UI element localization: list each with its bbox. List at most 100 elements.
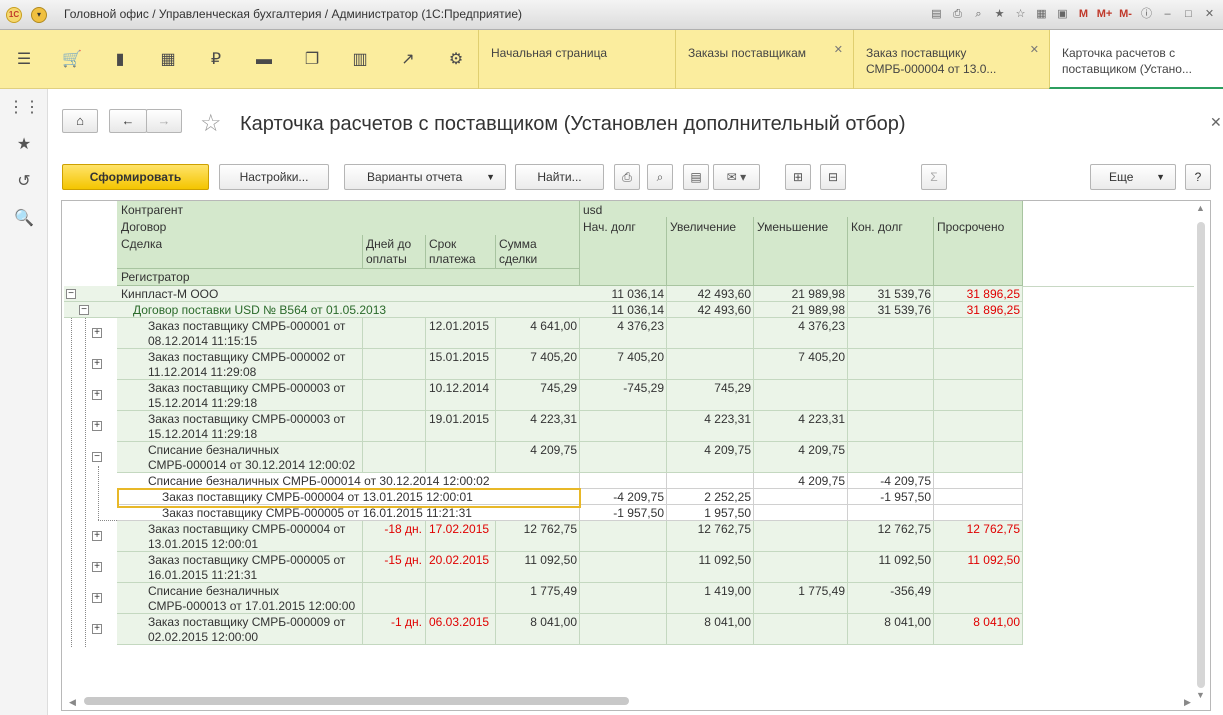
tab-close-icon[interactable]: ✕ [1030,42,1039,58]
scroll-down-icon[interactable]: ▼ [1196,690,1205,700]
horizontal-scrollbar[interactable] [84,697,629,705]
due-date: 20.02.2015 [429,553,490,567]
cart-icon[interactable]: 🛒 [48,30,96,89]
amount-cell [934,442,1023,473]
tab-settlement-card[interactable]: Карточка расчетов с поставщиком (Устано.… [1049,30,1223,89]
expand-toggle-icon[interactable]: + [92,421,102,431]
forward-button[interactable]: → [146,109,182,133]
amount-cell [667,349,754,380]
amount-start: 11 036,14 [611,303,665,317]
deal-line2: 15.12.2014 11:29:18 [148,427,258,441]
apps-icon[interactable]: ⋮⋮ [0,89,48,126]
back-button[interactable]: ← [109,109,147,133]
collapse-toggle-icon[interactable]: − [79,305,89,315]
header-currency: usd [583,203,603,217]
truck-icon[interactable]: ▬ [240,30,288,89]
collapse-toggle-icon[interactable]: − [92,452,102,462]
favorites-icon[interactable]: ★ [0,126,48,163]
collapse-all-button[interactable]: ⊟ [820,164,846,190]
expand-toggle-icon[interactable]: + [92,359,102,369]
tab-label: Начальная страница [491,46,608,60]
expand-toggle-icon[interactable]: + [92,390,102,400]
minimize-icon[interactable]: – [1158,5,1177,24]
documents-icon[interactable]: ❐ [288,30,336,89]
send-email-button[interactable]: ✉ ▾ [713,164,760,190]
memory-mplus-button[interactable]: M+ [1095,5,1114,24]
tab-label: Карточка расчетов с поставщиком (Устано.… [1062,46,1192,76]
tab-home[interactable]: Начальная страница [478,30,675,89]
amount-cell [754,505,848,521]
home-button[interactable]: ⌂ [62,109,98,133]
search-icon[interactable]: 🔍 [0,200,48,237]
chart-icon[interactable]: ▥ [336,30,384,89]
amount-cell [848,380,934,411]
main-menu-icon[interactable]: ▾ [31,7,47,23]
scroll-right-icon[interactable]: ▶ [1184,697,1191,708]
expand-toggle-icon[interactable]: + [92,593,102,603]
amount-cell [848,505,934,521]
print-button[interactable]: ⎙ [614,164,640,190]
save-icon[interactable]: ▤ [927,5,946,24]
find-button[interactable]: Найти... [515,164,604,190]
save-button[interactable]: ▤ [683,164,709,190]
scroll-up-icon[interactable]: ▲ [1196,203,1205,213]
calendar-icon[interactable]: ▦ [1032,5,1051,24]
amount-dec: 1 775,49 [798,584,845,598]
expand-toggle-icon[interactable]: + [92,562,102,572]
deal-line2: 08.12.2014 11:15:15 [148,334,258,348]
bag-icon[interactable]: ▮ [96,30,144,89]
star-icon[interactable]: ☆ [1011,5,1030,24]
sigma-icon: Σ [930,170,938,184]
due-date: 10.12.2014 [429,381,490,395]
amount-end: 31 539,76 [877,287,931,301]
more-button[interactable]: Еще ▼ [1090,164,1176,190]
tab-close-icon[interactable]: ✕ [834,42,843,58]
expand-toggle-icon[interactable]: + [92,328,102,338]
deal-sum: 745,29 [540,381,577,395]
sum-button[interactable]: Σ [921,164,947,190]
amount-dec: 21 989,98 [791,287,845,301]
deal-line1: Заказ поставщику СМРБ-000003 от [148,412,346,426]
preview-icon[interactable]: ⌕ [969,5,988,24]
amount-cell [934,505,1023,521]
expand-toggle-icon[interactable]: + [92,531,102,541]
preview-button[interactable]: ⌕ [647,164,673,190]
maximize-icon[interactable]: □ [1179,5,1198,24]
settings-button[interactable]: Настройки... [219,164,329,190]
ruble-icon[interactable]: ₽ [192,30,240,89]
expand-toggle-icon[interactable]: + [92,624,102,634]
deal-line1: Списание безналичных [148,584,280,598]
gear-icon[interactable]: ⚙ [432,30,480,89]
calendar-31-icon[interactable]: ▣ [1053,5,1072,24]
collapse-toggle-icon[interactable]: − [66,289,76,299]
info-icon[interactable]: ⓘ [1137,5,1156,24]
history-icon[interactable]: ↺ [0,163,48,200]
amount-start: -4 209,75 [613,490,664,504]
amount-cell [848,318,934,349]
tab-supplier-order[interactable]: Заказ поставщику СМРБ-000004 от 13.0... ✕ [853,30,1049,89]
favorite-star-icon[interactable]: ☆ [200,109,222,138]
amount-start: 7 405,20 [617,350,664,364]
memory-m-button[interactable]: M [1074,5,1093,24]
close-icon[interactable]: ✕ [1200,5,1219,24]
amount-cell [754,521,848,552]
menu-icon[interactable]: ☰ [0,30,48,89]
vertical-scrollbar[interactable] [1197,222,1205,688]
trend-icon[interactable]: ↗ [384,30,432,89]
expand-all-button[interactable]: ⊞ [785,164,811,190]
memory-mminus-button[interactable]: M- [1116,5,1135,24]
deal-line1: Заказ поставщику СМРБ-000003 от [148,381,346,395]
deal-line1: Заказ поставщику СМРБ-000009 от [148,615,346,629]
selected-cell[interactable] [117,488,581,508]
favorites-icon[interactable]: ★ [990,5,1009,24]
report-variants-button[interactable]: Варианты отчета ▼ [344,164,506,190]
print-icon[interactable]: ⎙ [948,5,967,24]
scroll-left-icon[interactable]: ◀ [69,697,76,708]
amount-cell [580,411,667,442]
amount-end: 8 041,00 [884,615,931,629]
generate-button[interactable]: Сформировать [62,164,209,190]
form-close-icon[interactable]: ✕ [1210,114,1222,131]
grid-icon[interactable]: ▦ [144,30,192,89]
tab-supplier-orders[interactable]: Заказы поставщикам ✕ [675,30,853,89]
help-button[interactable]: ? [1185,164,1211,190]
